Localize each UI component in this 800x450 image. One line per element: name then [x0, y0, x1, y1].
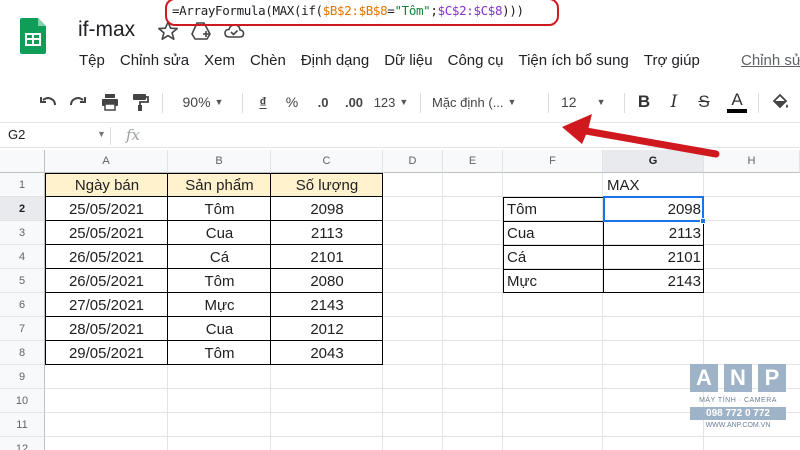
fx-icon: fx	[126, 126, 141, 144]
zoom-value: 90%	[182, 94, 211, 110]
font-family-select[interactable]: Mặc định (... ▼	[432, 85, 544, 119]
document-title[interactable]: if-max	[78, 18, 135, 42]
percent-format-button[interactable]: %	[282, 85, 302, 119]
table-border	[45, 173, 383, 365]
formula-part: ;	[430, 3, 438, 18]
anp-watermark-logo: A N P MÁY TÍNH · CAMERA 098 772 0 772 WW…	[688, 364, 788, 434]
chevron-down-icon[interactable]: ▼	[97, 129, 106, 139]
menu-view[interactable]: Xem	[204, 52, 235, 74]
text-color-swatch	[727, 109, 747, 113]
cell-g1[interactable]: MAX	[603, 173, 704, 197]
currency-format-button[interactable]: ₫	[254, 85, 272, 119]
column-header-b[interactable]: B	[168, 150, 271, 173]
watermark-letter: P	[758, 364, 786, 392]
watermark-url: WWW.ANP.COM.VN	[705, 422, 771, 429]
chevron-down-icon: ▼	[214, 97, 224, 107]
increase-decimal-button[interactable]: .00	[340, 85, 368, 119]
formula-part: )))	[502, 3, 524, 18]
font-size-value: 12	[561, 94, 577, 110]
row-header-2[interactable]: 2	[0, 197, 45, 221]
row-header-5[interactable]: 5	[0, 269, 45, 293]
watermark-letter: N	[724, 364, 752, 392]
menu-bar: Tệp Chỉnh sửa Xem Chèn Định dạng Dữ liệu…	[79, 52, 715, 74]
formula-input[interactable]: =ArrayFormula(MAX(if($B$2:$B$8="Tôm";$C$…	[172, 3, 524, 18]
more-formats-button[interactable]: 123 ▼	[371, 85, 411, 119]
menu-addons[interactable]: Tiện ích bổ sung	[518, 52, 628, 74]
row-header-3[interactable]: 3	[0, 221, 45, 245]
column-header-a[interactable]: A	[45, 150, 168, 173]
watermark-subtitle: MÁY TÍNH · CAMERA	[699, 397, 777, 404]
row-header-4[interactable]: 4	[0, 245, 45, 269]
sheets-logo-icon[interactable]	[20, 18, 46, 54]
watermark-letter: A	[690, 364, 718, 392]
column-header-e[interactable]: E	[443, 150, 503, 173]
row-header-12[interactable]: 12	[0, 437, 45, 450]
menu-insert[interactable]: Chèn	[250, 52, 286, 74]
menu-file[interactable]: Tệp	[79, 52, 105, 74]
chevron-down-icon: ▼	[399, 97, 409, 107]
paint-format-icon[interactable]	[128, 85, 152, 119]
menu-format[interactable]: Định dạng	[301, 52, 369, 74]
text-color-letter: A	[731, 90, 743, 109]
formula-part: =ArrayFormula(MAX(if(	[172, 3, 323, 18]
name-box[interactable]: G2	[8, 127, 25, 142]
select-all-corner[interactable]	[0, 150, 45, 173]
annotation-arrow	[562, 114, 720, 158]
text-color-button[interactable]: A	[726, 85, 748, 119]
menu-data[interactable]: Dữ liệu	[384, 52, 432, 74]
print-icon[interactable]	[98, 85, 122, 119]
row-header-11[interactable]: 11	[0, 413, 45, 437]
menu-edit[interactable]: Chỉnh sửa	[120, 52, 189, 74]
more-formats-label: 123	[373, 94, 396, 110]
redo-icon[interactable]	[66, 85, 90, 119]
fill-handle[interactable]	[700, 218, 706, 224]
row-header-6[interactable]: 6	[0, 293, 45, 317]
font-family-value: Mặc định (...	[432, 94, 504, 110]
spreadsheet-grid: A B C D E F G H 1 2 3 4 5 6 7 8 9 10 11 …	[0, 150, 800, 450]
zoom-select[interactable]: 90% ▼	[172, 85, 234, 119]
menu-tools[interactable]: Công cụ	[448, 52, 504, 74]
active-cell-selection	[603, 196, 704, 222]
row-header-10[interactable]: 10	[0, 389, 45, 413]
watermark-phone: 098 772 0 772	[690, 407, 786, 420]
row-header-9[interactable]: 9	[0, 365, 45, 389]
column-header-d[interactable]: D	[383, 150, 443, 173]
row-header-1[interactable]: 1	[0, 173, 45, 197]
formula-string: "Tôm"	[394, 3, 431, 18]
chevron-down-icon: ▼	[596, 97, 606, 107]
row-header-7[interactable]: 7	[0, 317, 45, 341]
formula-range-b: $B$2:$B$8	[322, 3, 388, 18]
chevron-down-icon: ▼	[507, 97, 517, 107]
decrease-decimal-button[interactable]: .0	[310, 85, 336, 119]
last-edit-link[interactable]: Chỉnh sửa	[741, 52, 800, 69]
menu-help[interactable]: Trợ giúp	[644, 52, 700, 74]
column-header-c[interactable]: C	[271, 150, 383, 173]
formula-range-c: $C$2:$C$8	[437, 3, 503, 18]
fill-color-icon[interactable]	[768, 85, 792, 119]
row-header-8[interactable]: 8	[0, 341, 45, 365]
undo-icon[interactable]	[36, 85, 60, 119]
